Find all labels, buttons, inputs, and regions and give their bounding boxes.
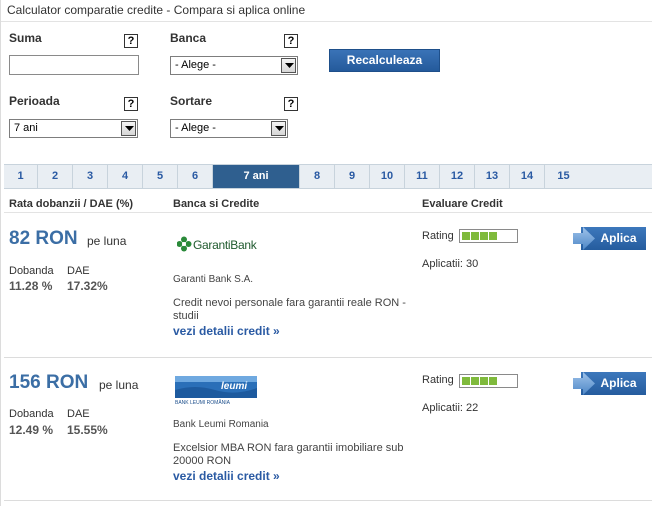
monthly-amount: 82 RON [9,228,78,249]
row-divider [4,500,652,501]
banca-select[interactable]: - Alege - [170,56,298,75]
rating-segment [480,232,488,240]
perioada-select[interactable]: 7 ani [9,119,138,138]
chevron-down-icon[interactable] [121,121,136,136]
column-header-bank: Banca si Credite [173,198,260,210]
sortare-help-icon[interactable]: ? [284,97,298,111]
tab-15[interactable]: 15 [545,165,582,188]
tab-14[interactable]: 14 [510,165,545,188]
rating-segment [462,377,470,385]
banca-label: Banca [170,31,207,45]
tab-13[interactable]: 13 [475,165,510,188]
banca-help-icon[interactable]: ? [284,34,298,48]
dae-value: 17.32% [67,279,108,293]
rating-bar [459,229,518,243]
suma-label: Suma [9,31,42,45]
header-divider [4,212,652,213]
rating-label: Rating [422,374,454,386]
chevron-down-icon[interactable] [271,121,286,136]
bank-name: Garanti Bank S.A. [173,274,254,285]
perioada-select-value: 7 ani [14,122,38,134]
chevron-down-icon[interactable] [281,58,296,73]
sortare-label: Sortare [170,94,213,108]
amount-unit: pe luna [87,234,127,248]
sortare-select[interactable]: - Alege - [170,119,288,138]
suma-input[interactable] [9,55,139,75]
tab-10[interactable]: 10 [370,165,405,188]
bank-logo-text: GarantiBank [193,238,257,252]
row-divider [4,357,652,358]
tab-5[interactable]: 5 [143,165,178,188]
title-divider [1,21,652,22]
period-tabs: 1 2 3 4 5 6 7 ani 8 9 10 11 12 13 14 15 [4,164,652,189]
tab-8[interactable]: 8 [300,165,335,188]
leumi-bank-logo: leumi BANK LEUMI ROMÂNIA [175,376,257,408]
bank-logo-text: leumi [221,381,248,392]
applications-count: Aplicatii: 22 [422,402,479,414]
monthly-amount: 156 RON [9,372,89,393]
perioada-help-icon[interactable]: ? [124,97,138,111]
tab-2[interactable]: 2 [38,165,73,188]
details-link[interactable]: vezi detalii credit » [173,469,280,483]
dobanda-value: 12.49 % [9,423,54,437]
recalculate-button[interactable]: Recalculeaza [329,49,440,72]
rating-segment [462,232,470,240]
amount-unit: pe luna [99,378,139,392]
rating-label: Rating [422,230,454,242]
rating-segment [471,232,479,240]
tab-6[interactable]: 6 [178,165,213,188]
rating-segment [489,377,497,385]
dae-label: DAE [67,408,90,420]
rating-segment [480,377,488,385]
bank-logo-subtext: BANK LEUMI ROMÂNIA [175,400,231,406]
tab-9[interactable]: 9 [335,165,370,188]
details-link[interactable]: vezi detalii credit » [173,324,280,338]
calculator-panel: Calculator comparatie credite - Compara … [0,0,652,506]
suma-help-icon[interactable]: ? [124,34,138,48]
dae-label: DAE [67,265,90,277]
tab-12[interactable]: 12 [440,165,475,188]
rating-bar [459,374,518,388]
dae-value: 15.55% [67,423,108,437]
tab-11[interactable]: 11 [405,165,440,188]
tab-3[interactable]: 3 [73,165,108,188]
column-header-rate: Rata dobanzii / DAE (%) [9,198,134,210]
tab-1[interactable]: 1 [4,165,38,188]
tab-4[interactable]: 4 [108,165,143,188]
apply-label: Aplica [600,376,637,390]
credit-description: Credit nevoi personale fara garantii rea… [173,297,406,322]
sortare-select-value: - Alege - [175,122,216,134]
perioada-label: Perioada [9,94,60,108]
apply-button[interactable]: Aplica [573,372,646,395]
rating-segment [471,377,479,385]
tab-7-ani[interactable]: 7 ani [213,165,300,188]
credit-description: Excelsior MBA RON fara garantii imobilia… [173,442,404,467]
rating-segment [489,232,497,240]
banca-select-value: - Alege - [175,59,216,71]
bank-name: Bank Leumi Romania [173,419,269,430]
dobanda-label: Dobanda [9,265,54,277]
dobanda-label: Dobanda [9,408,54,420]
applications-count: Aplicatii: 30 [422,258,479,270]
page-title: Calculator comparatie credite - Compara … [7,3,306,17]
apply-button[interactable]: Aplica [573,227,646,250]
column-header-eval: Evaluare Credit [422,198,503,210]
dobanda-value: 11.28 % [9,279,53,293]
apply-label: Aplica [600,231,637,245]
